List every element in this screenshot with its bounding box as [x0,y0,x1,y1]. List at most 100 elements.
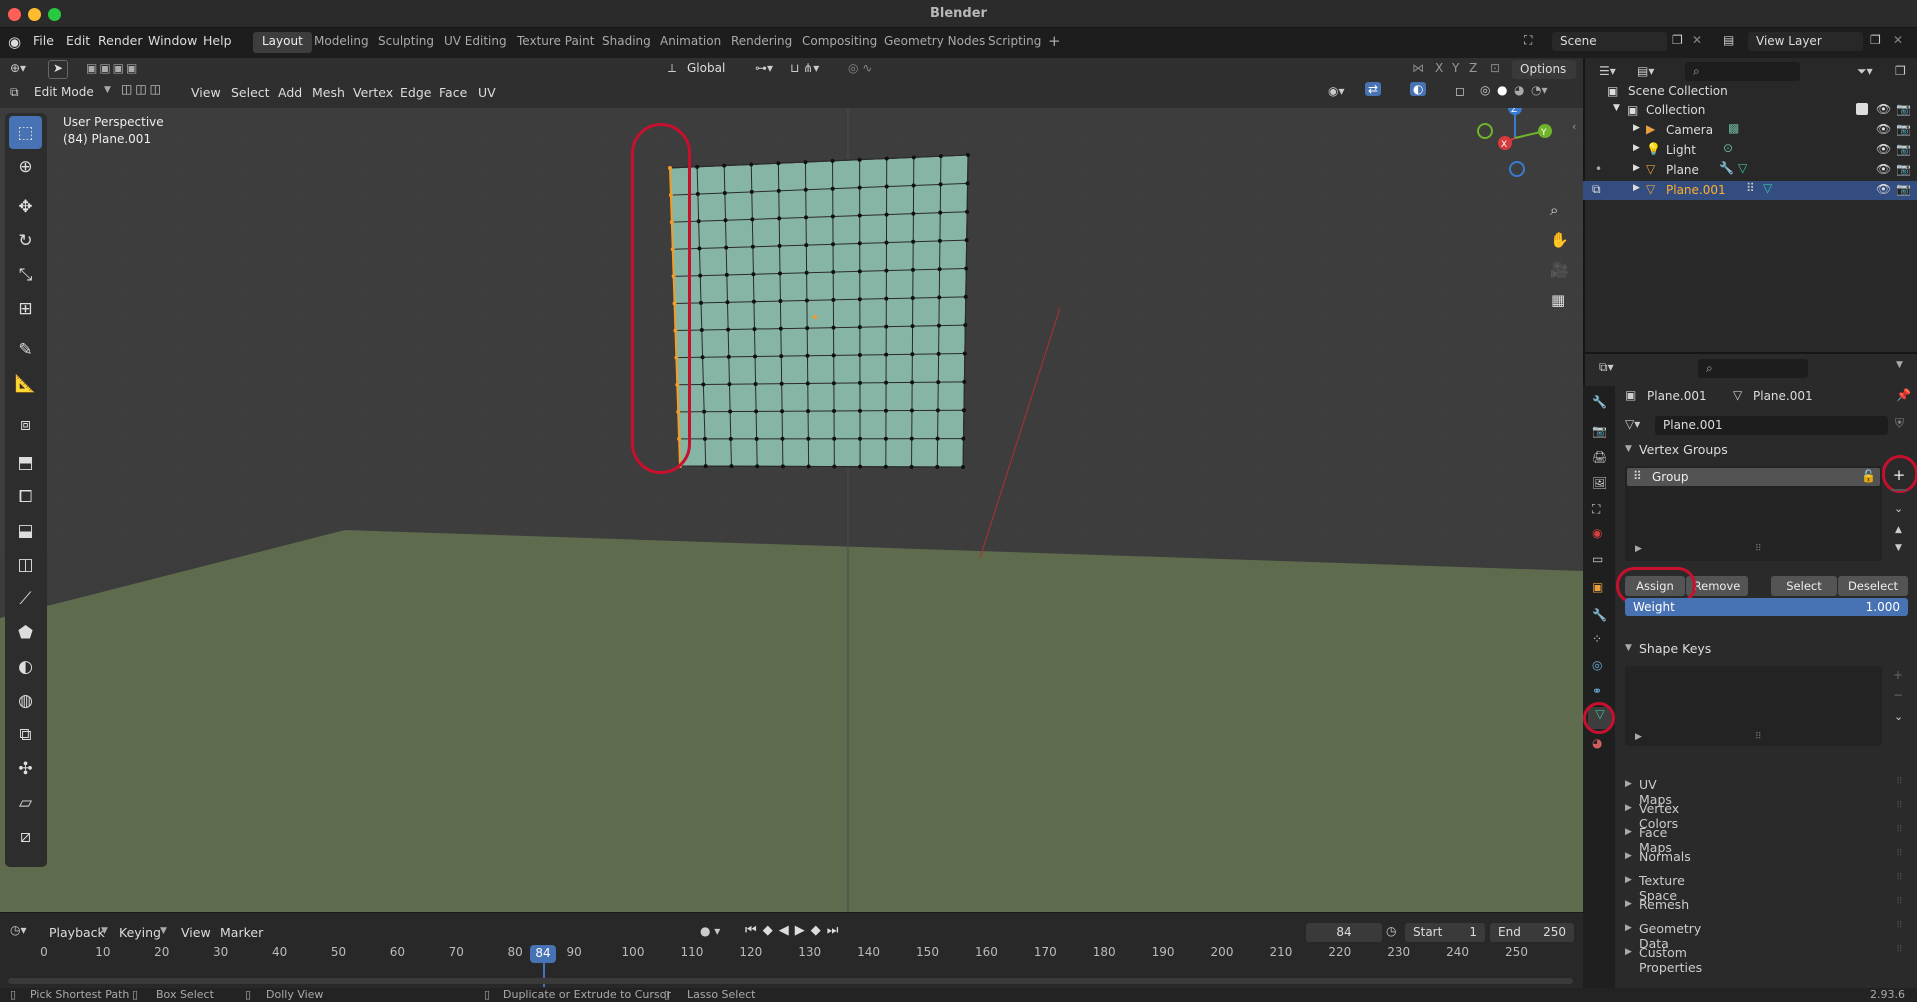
snap-icon[interactable]: ⊔ ⋔▾ [790,61,819,75]
record-icon[interactable]: ● ▾ [700,924,720,938]
tool-tab-icon[interactable]: 🔧 [1592,395,1607,409]
camera-render-icon[interactable]: 📷 [1896,142,1911,156]
deselect-button[interactable]: Deselect [1838,576,1908,596]
end-frame-field[interactable]: End 250 [1490,923,1574,942]
constraints-tab-icon[interactable]: ⚭ [1592,684,1602,698]
auto-merge-icon[interactable]: ⊡ [1490,61,1500,75]
options-dropdown[interactable]: Options [1512,60,1576,79]
timeline-view-menu[interactable]: View [181,925,211,940]
blender-logo-icon[interactable]: ◉ [8,33,21,51]
panel-drag-grip[interactable]: ⠿ [1896,873,1903,883]
menu-render[interactable]: Render [98,33,143,48]
overlays-toggle-icon[interactable]: ◐ [1410,82,1427,96]
mesh-name-field[interactable]: Plane.001 [1655,416,1888,435]
knife-tool-icon[interactable]: ⟋ [9,582,42,615]
menu-file[interactable]: File [33,33,54,48]
list-resize-grip[interactable]: ⠿ [1755,732,1762,742]
select-button[interactable]: Select [1771,576,1837,596]
world-tab-icon[interactable]: ◉ [1592,526,1602,540]
tab-sculpting[interactable]: Sculpting [369,32,443,53]
expand-icon[interactable]: ▶ [1625,827,1632,837]
tab-scripting[interactable]: Scripting [979,32,1050,53]
mesh-browse-icon[interactable]: ▽▾ [1625,417,1640,431]
mirror-icon[interactable]: ⋈ [1412,61,1424,75]
remove-shape-key-icon[interactable]: − [1893,688,1903,702]
edit-mode-icon[interactable]: ⧉ [1592,182,1601,197]
filter-icon[interactable]: ⏷▾ [1857,64,1873,79]
view-layer-tab-icon[interactable]: 🖼 [1592,476,1607,490]
camera-render-icon[interactable]: 📷 [1896,102,1911,116]
menu-view[interactable]: View [191,85,221,100]
material-shading-icon[interactable]: ◕ [1514,83,1524,97]
shape-keys-title[interactable]: Shape Keys [1639,641,1711,656]
outliner-scene-collection[interactable]: ▣ Scene Collection [1583,82,1917,101]
mesh-data-icon[interactable]: ▽ [1738,161,1747,175]
panel-drag-grip[interactable]: ⠿ [1896,849,1903,859]
modifier-wrench-icon[interactable]: 🔧 [1719,161,1734,175]
panel-drag-grip[interactable]: ⠿ [1896,777,1903,787]
panel-drag-grip[interactable]: ⠿ [1896,825,1903,835]
timeline-scrollbar[interactable] [8,978,1573,984]
specials-menu-icon[interactable]: ⌄ [1894,502,1903,515]
navigation-gizmo[interactable]: Z Y X [1470,108,1560,183]
zoom-icon[interactable]: ⌕ [1550,201,1558,219]
tab-animation[interactable]: Animation [651,32,730,53]
camera-render-icon[interactable]: 📷 [1896,122,1911,136]
expand-icon[interactable]: ▶ [1633,183,1640,193]
expand-icon[interactable]: ▼ [1613,103,1620,113]
shear-tool-icon[interactable]: ▱ [9,786,42,819]
annotate-tool-icon[interactable]: ✎ [9,333,42,366]
transform-orientation-select[interactable]: Global [687,61,742,75]
menu-help[interactable]: Help [203,33,232,48]
add-workspace-icon[interactable]: + [1048,32,1061,50]
tab-rendering[interactable]: Rendering [722,32,801,53]
menu-edit[interactable]: Edit [66,33,90,48]
selection-mode-icons[interactable]: ▣▣▣▣ [86,61,139,75]
start-frame-field[interactable]: Start 1 [1405,923,1485,942]
panel-custom-properties[interactable]: Custom Properties [1639,945,1702,975]
rendered-shading-icon[interactable]: ◔▾ [1531,83,1548,97]
perspective-toggle-icon[interactable]: ▦ [1551,291,1565,309]
tab-geometry-nodes[interactable]: Geometry Nodes [875,32,994,53]
expand-icon[interactable]: ▼ [1625,444,1632,454]
modifier-tab-icon[interactable]: 🔧 [1592,608,1607,622]
camera-data-icon[interactable]: ▩ [1728,121,1739,135]
eye-icon[interactable]: 👁 [1876,182,1891,196]
panel-remesh[interactable]: Remesh [1639,897,1689,912]
mirror-z-toggle[interactable]: Z [1469,61,1477,75]
wireframe-shading-icon[interactable]: ◎ [1480,83,1490,97]
pan-hand-icon[interactable]: ✋ [1550,231,1569,249]
select-tool-icon[interactable]: ➤ [48,60,68,79]
expand-icon[interactable]: ▶ [1625,947,1632,957]
view-layer-icon[interactable]: ▤ [1723,33,1734,47]
sidebar-toggle-icon[interactable]: ‹ [1572,120,1576,133]
move-down-icon[interactable]: ▼ [1895,543,1902,553]
menu-edge[interactable]: Edge [400,85,431,100]
material-tab-icon[interactable]: ◕ [1592,736,1602,750]
proportional-edit-icon[interactable]: ◎ ∿ [848,61,872,75]
add-cube-tool-icon[interactable]: ⧈ [9,408,42,441]
remove-vertex-group-button[interactable] [1891,489,1907,491]
panel-drag-grip[interactable]: ⠿ [1896,945,1903,955]
properties-editor-icon[interactable]: ⧉▾ [1599,360,1614,375]
panel-drag-grip[interactable]: ⠿ [1896,801,1903,811]
mirror-x-toggle[interactable]: X [1435,61,1443,75]
expand-icon[interactable]: ▶ [1625,923,1632,933]
render-tab-icon[interactable]: 📷 [1592,424,1607,438]
display-mode-icon[interactable]: ▤▾ [1637,64,1654,78]
scene-field[interactable]: Scene [1552,32,1667,51]
exclude-checkbox[interactable] [1856,103,1868,115]
expand-icon[interactable]: ▶ [1625,899,1632,909]
pivot-icon[interactable]: ⊶▾ [755,61,773,75]
output-tab-icon[interactable]: 🖨 [1592,450,1607,464]
menu-uv[interactable]: UV [478,85,496,100]
tab-modeling[interactable]: Modeling [305,32,378,53]
expand-icon[interactable]: ▶ [1625,851,1632,861]
solid-shading-icon[interactable]: ● [1497,83,1507,97]
eye-icon[interactable]: 👁 [1876,142,1891,156]
select-mode-buttons[interactable]: ◫◫◫ [121,82,164,96]
playhead[interactable]: 84 [530,945,556,963]
object-tab-icon[interactable]: ▣ [1592,580,1603,594]
playback-menu[interactable]: Playback [49,925,105,940]
vertex-groups-title[interactable]: Vertex Groups [1639,442,1728,457]
